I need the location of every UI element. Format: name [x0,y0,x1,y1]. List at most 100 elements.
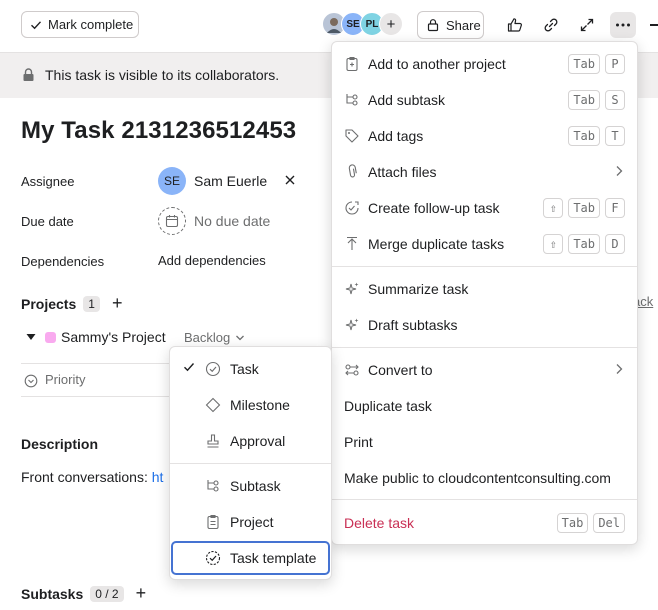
shortcut-keys: Tab S [568,90,625,110]
key-tab: Tab [568,198,600,218]
menu-item-make-public[interactable]: Make public to cloudcontentconsulting.co… [332,460,637,496]
menu-item-label: Print [344,434,373,450]
menu-item-label: Summarize task [368,281,469,297]
key-letter: T [605,126,625,146]
project-name[interactable]: Sammy's Project [61,329,166,345]
convert-option-subtask[interactable]: Subtask [170,468,331,504]
link-icon [542,16,560,34]
convert-option-label: Project [230,514,274,530]
description-text[interactable]: Front conversations: ht [21,469,163,485]
more-actions-button[interactable] [610,12,636,38]
mark-complete-button[interactable]: Mark complete [21,11,139,38]
lock-icon [426,18,446,32]
key-tab: Tab [556,513,589,533]
project-row[interactable]: Sammy's Project [26,329,166,345]
key-letter: P [605,54,625,74]
shortcut-keys: ⇧ Tab F [543,198,625,218]
add-project-button[interactable]: + [112,293,123,314]
due-date-button[interactable] [158,207,186,235]
menu-item-label: Merge duplicate tasks [368,236,505,252]
menu-item-delete-task[interactable]: Delete task Tab Del [332,505,637,541]
menu-item-merge-duplicate[interactable]: Merge duplicate tasks ⇧ Tab D [332,226,637,262]
collaborator-avatars[interactable]: SE PL + [322,12,403,38]
shortcut-keys: ⇧ Tab D [543,234,625,254]
expand-button[interactable] [574,12,600,38]
lock-icon [22,68,35,82]
subtask-icon [204,477,222,495]
convert-option-approval[interactable]: Approval [170,423,331,459]
assignee-name[interactable]: Sam Euerle [194,173,267,189]
key-letter: D [605,234,625,254]
subtasks-heading-label: Subtasks [21,585,84,602]
project-color-swatch [45,331,56,343]
assignee-label: Assignee [21,174,75,189]
projects-heading: Projects 1 + [21,293,122,314]
mark-complete-label: Mark complete [48,17,134,32]
convert-option-milestone[interactable]: Milestone [170,387,331,423]
task-template-icon [204,549,222,567]
key-letter: S [605,90,625,110]
convert-option-task-template[interactable]: Task template [170,540,331,576]
expand-icon [578,16,596,34]
chevron-right-icon [615,165,623,177]
diamond-icon [204,396,222,414]
menu-divider [170,463,331,464]
more-actions-menu: Add to another project Tab P Add subtask … [331,41,638,545]
convert-option-project[interactable]: Project [170,504,331,540]
description-link[interactable]: ht [152,469,164,485]
remove-assignee-button[interactable] [284,174,296,186]
add-subtask-button[interactable]: + [136,583,147,604]
menu-item-label: Create follow-up task [368,200,500,216]
description-body: Front conversations: [21,469,152,485]
menu-item-add-tags[interactable]: Add tags Tab T [332,118,637,154]
convert-icon [343,361,361,379]
thumbs-up-icon [506,16,524,34]
menu-item-add-subtask[interactable]: Add subtask Tab S [332,82,637,118]
like-button[interactable] [502,12,528,38]
dependencies-label: Dependencies [21,254,105,269]
avatar[interactable]: SE [158,167,186,195]
menu-item-attach-files[interactable]: Attach files [332,154,637,190]
menu-item-convert-to[interactable]: Convert to [332,352,637,388]
menu-item-duplicate-task[interactable]: Duplicate task [332,388,637,424]
merge-icon [343,235,361,253]
due-date-value[interactable]: No due date [194,213,270,229]
follow-up-icon [343,199,361,217]
shortcut-keys: Tab P [568,54,625,74]
copy-link-button[interactable] [538,12,564,38]
menu-item-add-to-project[interactable]: Add to another project Tab P [332,46,637,82]
menu-divider [332,266,637,267]
add-dependencies-link[interactable]: Add dependencies [158,253,266,268]
priority-label: Priority [45,372,86,387]
due-date-label: Due date [21,214,74,229]
menu-item-create-follow-up[interactable]: Create follow-up task ⇧ Tab F [332,190,637,226]
section-dropdown[interactable]: Backlog [184,330,245,345]
close-pane-icon[interactable] [650,24,658,26]
check-circle-icon [204,360,222,378]
menu-item-label: Draft subtasks [368,317,458,333]
priority-icon [24,374,38,388]
menu-item-draft-subtasks[interactable]: Draft subtasks [332,307,637,343]
paperclip-icon [343,163,361,181]
add-collaborator-button[interactable]: + [379,12,403,36]
menu-item-summarize-task[interactable]: Summarize task [332,271,637,307]
menu-item-label: Delete task [344,515,415,531]
menu-divider [332,499,637,500]
menu-item-print[interactable]: Print [332,424,637,460]
shortcut-keys: Tab T [568,126,625,146]
projects-heading-label: Projects [21,295,77,312]
section-label: Backlog [184,330,231,345]
shortcut-keys: Tab Del [556,513,625,533]
convert-option-task[interactable]: Task [170,351,331,387]
caret-down-icon[interactable] [26,333,36,341]
checkmark-icon [29,18,48,32]
menu-divider [332,347,637,348]
more-dots-icon [614,16,632,34]
menu-item-label: Add subtask [368,92,446,108]
share-button[interactable]: Share [417,11,484,39]
task-title[interactable]: My Task 2131236512453 [21,117,296,145]
banner-text: This task is visible to its collaborator… [45,67,280,83]
subtasks-count-badge: 0 / 2 [90,585,124,602]
menu-item-label: Add to another project [368,56,506,72]
sparkle-icon [343,316,361,334]
